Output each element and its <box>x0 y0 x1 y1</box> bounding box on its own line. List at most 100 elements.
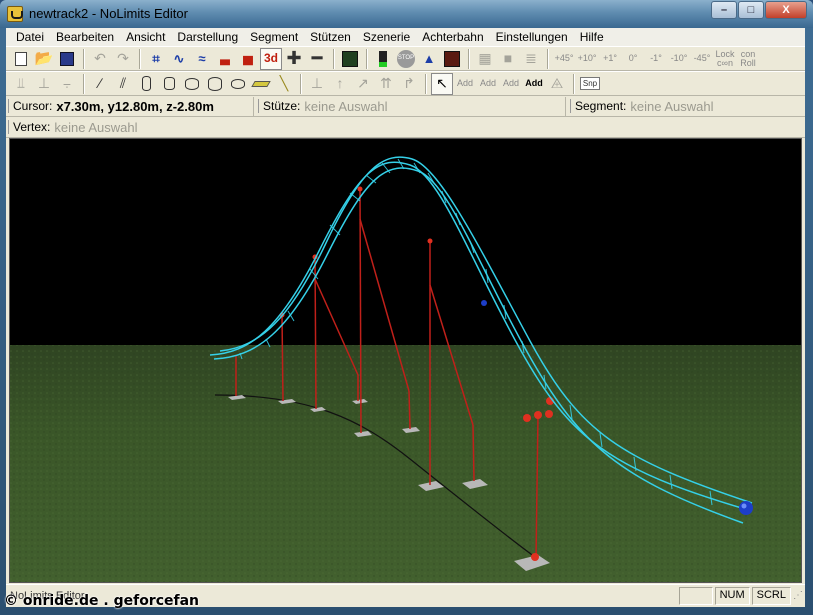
roll-minus1-button[interactable]: -1° <box>645 48 667 70</box>
support-cross-icon: ⨪ <box>62 75 72 91</box>
foot-tool-4[interactable]: ⇈ <box>375 73 397 95</box>
support-tool-2[interactable]: ⊥ <box>33 73 55 95</box>
add-tool-4[interactable]: Add <box>523 73 545 95</box>
roll-minus45-label: -45° <box>693 53 711 63</box>
save-file-button[interactable] <box>56 48 78 70</box>
undo-button[interactable]: ↶ <box>89 48 111 70</box>
menu-stuetzen[interactable]: Stützen <box>304 28 357 46</box>
maximize-button[interactable]: □ <box>738 1 764 19</box>
roll-minus10-label: -10° <box>670 53 688 63</box>
double-beam-button[interactable]: ⫽ <box>112 73 134 95</box>
rod-icon: ╲ <box>279 75 289 91</box>
stop-button[interactable]: STOP <box>395 48 417 70</box>
main-toolbar: 📂 ↶ ↷ ⌗ ∿ ≈ ▃ ▅ 3d ✚ ━ STOP ▲ ▦ ■ ≣ +45°… <box>6 46 805 71</box>
minus-icon: ━ <box>311 48 323 68</box>
scene-canvas[interactable] <box>10 139 802 583</box>
flat-disc-button[interactable] <box>227 73 249 95</box>
foot-tool-1[interactable]: ⊥ <box>306 73 328 95</box>
minimize-button[interactable]: – <box>711 1 737 19</box>
foot-tool-3[interactable]: ↗ <box>352 73 374 95</box>
con-roll-button[interactable]: con Roll <box>737 48 759 70</box>
roll-minus10-button[interactable]: -10° <box>668 48 690 70</box>
tall-cylinder-button[interactable] <box>135 73 157 95</box>
circuit-board-button[interactable] <box>339 48 361 70</box>
menu-hilfe[interactable]: Hilfe <box>574 28 610 46</box>
menu-segment[interactable]: Segment <box>244 28 304 46</box>
wide-cylinder-button[interactable] <box>204 73 226 95</box>
roll-minus1-label: -1° <box>650 53 662 63</box>
diagonal-beam-icon: ∕ <box>98 75 102 91</box>
close-button[interactable]: X <box>765 1 807 19</box>
undo-icon: ↶ <box>94 50 106 66</box>
rails-icon: ⌗ <box>152 51 160 66</box>
support-tool-3[interactable]: ⨪ <box>56 73 78 95</box>
redo-icon: ↷ <box>117 50 129 66</box>
status-num: NUM <box>714 587 750 605</box>
foot-tool-2[interactable]: ↑ <box>329 73 351 95</box>
block-button[interactable]: ■ <box>497 48 519 70</box>
menu-einstellungen[interactable]: Einstellungen <box>490 28 574 46</box>
3d-view-button[interactable]: 3d <box>260 47 282 70</box>
cylinder-button[interactable] <box>158 73 180 95</box>
menu-achterbahn[interactable]: Achterbahn <box>416 28 489 46</box>
add-vertex-button[interactable]: ✚ <box>283 48 305 70</box>
vertex-value: keine Auswahl <box>54 119 138 135</box>
track-wave-button[interactable]: ≈ <box>191 48 213 70</box>
train-icon: ▃ <box>220 51 230 65</box>
3d-icon: 3d <box>263 51 278 65</box>
roll-plus10-label: +10° <box>577 53 597 63</box>
traffic-light-button[interactable] <box>372 48 394 70</box>
new-file-button[interactable] <box>10 48 32 70</box>
support-label: Stütze: <box>258 99 300 113</box>
redo-button[interactable]: ↷ <box>112 48 134 70</box>
menu-datei[interactable]: Datei <box>10 28 50 46</box>
roll-plus45-button[interactable]: +45° <box>553 48 575 70</box>
lock-roll-button[interactable]: Lock c∞n <box>714 48 736 70</box>
add-tool-1[interactable]: Add <box>454 73 476 95</box>
roll-minus45-button[interactable]: -45° <box>691 48 713 70</box>
rod-button[interactable]: ╲ <box>273 73 295 95</box>
track-end-marker-highlight <box>741 503 747 509</box>
rollercoaster-app-icon[interactable] <box>7 6 23 22</box>
lock-label: Lock c∞n <box>715 48 735 68</box>
train-view-button[interactable]: ▃ <box>214 48 236 70</box>
station-button[interactable] <box>441 48 463 70</box>
tower-button[interactable]: ▲ <box>418 48 440 70</box>
toolbar-separator <box>333 48 335 69</box>
menu-darstellung[interactable]: Darstellung <box>171 28 244 46</box>
title-bar[interactable]: newtrack2 - NoLimits Editor – □ X <box>0 0 813 28</box>
application-window: newtrack2 - NoLimits Editor – □ X Datei … <box>0 0 813 615</box>
cylinder-icon <box>163 77 175 90</box>
support-tool-1[interactable]: ⫫ <box>10 73 32 95</box>
roll-plus10-button[interactable]: +10° <box>576 48 598 70</box>
menu-bearbeiten[interactable]: Bearbeiten <box>50 28 120 46</box>
foot-tool-5[interactable]: ↱ <box>398 73 420 95</box>
grid-button[interactable]: ▦ <box>474 48 496 70</box>
resize-grip-icon[interactable]: ⋰ <box>793 590 805 602</box>
add-tool-5[interactable]: ⨹ <box>546 73 568 95</box>
con-roll-label: con Roll <box>740 48 756 68</box>
menu-bar: Datei Bearbeiten Ansicht Darstellung Seg… <box>6 28 805 46</box>
vertex-cell: Vertex: keine Auswahl <box>6 118 141 137</box>
add-tool-2[interactable]: Add <box>477 73 499 95</box>
open-file-button[interactable]: 📂 <box>33 48 55 70</box>
snap-button[interactable]: Snp <box>579 73 601 95</box>
roll-plus1-button[interactable]: +1° <box>599 48 621 70</box>
align-button[interactable]: ≣ <box>520 48 542 70</box>
track-curve-button[interactable]: ∿ <box>168 48 190 70</box>
double-beam-icon: ⫽ <box>119 75 127 91</box>
add-tool-3[interactable]: Add <box>500 73 522 95</box>
menu-szenerie[interactable]: Szenerie <box>357 28 416 46</box>
cursor-value: x7.30m, y12.80m, z-2.80m <box>56 98 214 114</box>
select-pointer-button[interactable]: ↖ <box>431 72 453 95</box>
short-cylinder-button[interactable] <box>181 73 203 95</box>
coaster-view-button[interactable]: ▅ <box>237 48 259 70</box>
plank-button[interactable] <box>250 73 272 95</box>
remove-vertex-button[interactable]: ━ <box>306 48 328 70</box>
toolbar-separator <box>83 48 85 69</box>
3d-viewport[interactable] <box>9 138 802 583</box>
menu-ansicht[interactable]: Ansicht <box>120 28 171 46</box>
diagonal-beam-button[interactable]: ∕ <box>89 73 111 95</box>
track-rails-button[interactable]: ⌗ <box>145 48 167 70</box>
roll-zero-button[interactable]: 0° <box>622 48 644 70</box>
